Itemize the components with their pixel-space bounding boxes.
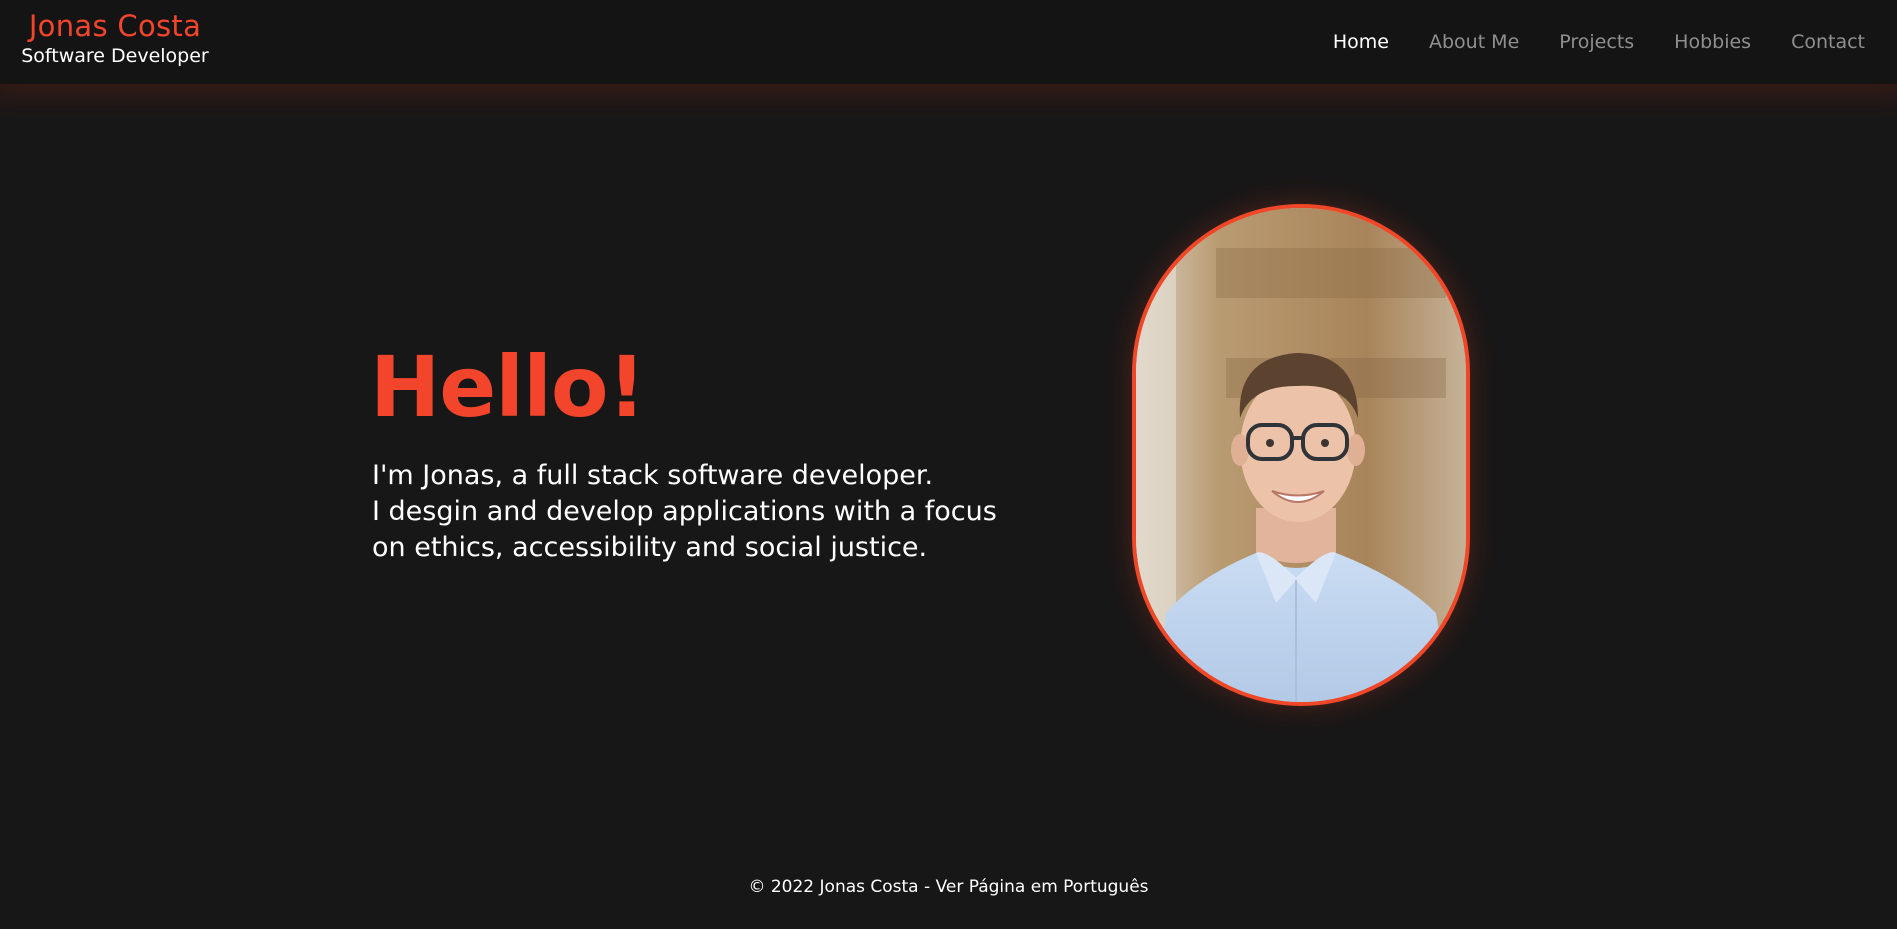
nav-hobbies-link[interactable]: Hobbies — [1654, 28, 1771, 56]
brand-name[interactable]: Jonas Costa — [0, 8, 230, 44]
footer-separator: - — [918, 877, 936, 897]
site-header: Jonas Costa Software Developer Home Abou… — [0, 0, 1897, 85]
brand-role: Software Developer — [21, 45, 209, 67]
main-nav: Home About Me Projects Hobbies Contact — [1313, 28, 1885, 56]
nav-about-me-link[interactable]: About Me — [1409, 28, 1539, 56]
nav-home-link[interactable]: Home — [1313, 28, 1409, 56]
copyright-text: © 2022 Jonas Costa — [748, 877, 919, 897]
nav-contact-link[interactable]: Contact — [1771, 28, 1885, 56]
portuguese-page-link[interactable]: Ver Página em Português — [936, 877, 1149, 897]
portrait-photo-icon — [1136, 208, 1466, 702]
hero-intro-line: I'm Jonas, a full stack software develop… — [372, 460, 934, 491]
hero-intro-line: I desgin and develop applications with a… — [372, 496, 997, 527]
portrait-photo — [1132, 204, 1470, 706]
hero-title: Hello! — [370, 338, 646, 436]
site-footer: © 2022 Jonas Costa - Ver Página em Portu… — [0, 876, 1897, 898]
header-shadow — [0, 84, 1897, 120]
hero-intro-line: on ethics, accessibility and social just… — [372, 532, 928, 563]
hero-intro: I'm Jonas, a full stack software develop… — [372, 458, 1032, 566]
brand[interactable]: Jonas Costa Software Developer — [0, 8, 230, 68]
nav-projects-link[interactable]: Projects — [1539, 28, 1654, 56]
